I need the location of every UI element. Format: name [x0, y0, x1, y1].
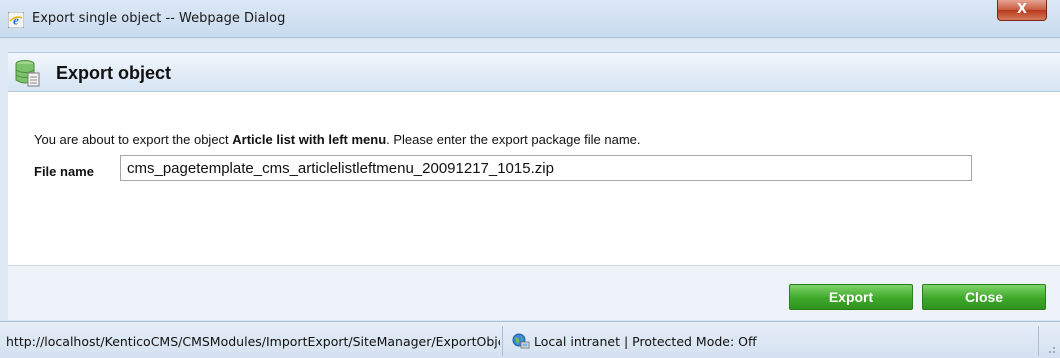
status-divider-end — [1038, 326, 1039, 356]
window-title: Export single object -- Webpage Dialog — [32, 11, 286, 26]
local-intranet-icon — [512, 333, 530, 349]
status-bar: http://localhost/KenticoCMS/CMSModules/I… — [0, 321, 1060, 358]
dialog-header: Export object — [8, 52, 1060, 92]
export-button[interactable]: Export — [789, 284, 913, 310]
object-name: Article list with left menu — [232, 132, 387, 147]
close-button[interactable]: Close — [922, 284, 1046, 310]
dialog-content: You are about to export the object Artic… — [8, 92, 1060, 266]
page-title: Export object — [56, 63, 172, 83]
window-titlebar: e Export single object -- Webpage Dialog… — [0, 0, 1060, 38]
file-name-input[interactable] — [120, 155, 972, 181]
security-zone: Local intranet | Protected Mode: Off — [534, 334, 757, 349]
ie-icon: e — [8, 12, 24, 28]
resize-grip-icon[interactable] — [1044, 342, 1056, 354]
status-divider — [502, 326, 503, 356]
message-suffix: . Please enter the export package file n… — [386, 132, 641, 147]
svg-text:e: e — [13, 13, 19, 28]
file-name-label: File name — [34, 164, 94, 179]
status-url: http://localhost/KenticoCMS/CMSModules/I… — [6, 334, 500, 349]
export-message: You are about to export the object Artic… — [34, 132, 641, 147]
database-export-icon — [15, 60, 40, 87]
dialog-footer: Export Close — [8, 266, 1060, 320]
window-close-button[interactable]: X — [997, 0, 1047, 21]
message-prefix: You are about to export the object — [34, 132, 233, 147]
